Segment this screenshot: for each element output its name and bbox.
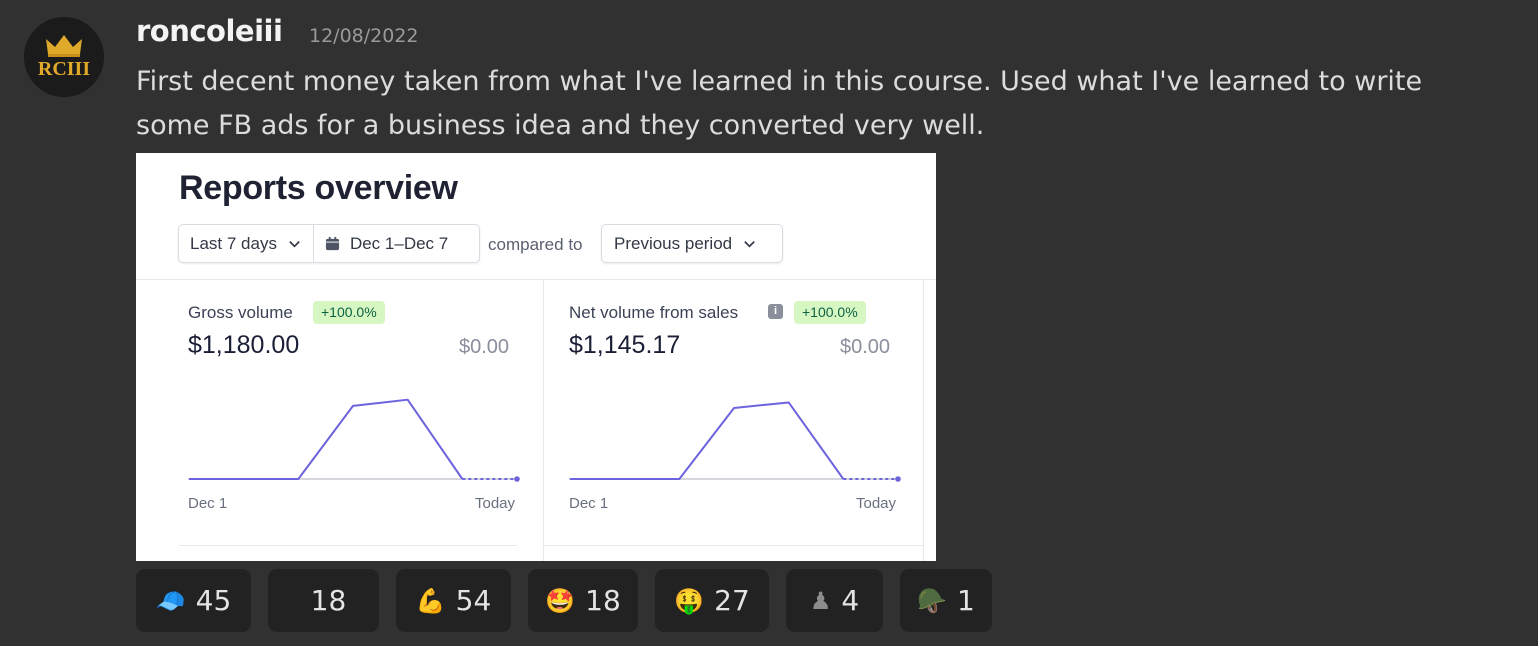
date-range-control[interactable]: Last 7 days Dec 1–Dec 7 bbox=[178, 224, 480, 263]
data-point bbox=[895, 476, 901, 482]
x-axis-start-label: Dec 1 bbox=[188, 495, 228, 512]
chess-pawn-icon: ♟ bbox=[809, 586, 832, 615]
comparison-label: Previous period bbox=[614, 233, 733, 253]
chevron-down-icon bbox=[744, 241, 755, 248]
reaction-count: 1 bbox=[957, 584, 975, 617]
card-label-net-volume: Net volume from sales bbox=[569, 303, 739, 322]
divider bbox=[179, 545, 517, 546]
chevron-down-icon bbox=[289, 241, 300, 248]
range-dropdown[interactable]: Last 7 days bbox=[179, 225, 313, 262]
series-line bbox=[189, 398, 464, 480]
divider bbox=[136, 279, 936, 280]
reaction-count: 54 bbox=[455, 584, 492, 617]
reaction-blank[interactable]: 18 bbox=[268, 569, 379, 632]
line-chart-net-volume[interactable] bbox=[569, 393, 901, 493]
flexed-biceps-icon: 💪 bbox=[415, 586, 446, 615]
reaction-count: 27 bbox=[714, 584, 750, 617]
reaction-muscle[interactable]: 💪 54 bbox=[396, 569, 511, 632]
reaction-count: 45 bbox=[195, 584, 232, 617]
card-previous-value: $0.00 bbox=[840, 336, 891, 358]
crown-logo: RCIII bbox=[24, 17, 104, 97]
reaction-count: 18 bbox=[310, 584, 347, 617]
reaction-count: 4 bbox=[841, 584, 860, 617]
divider bbox=[543, 279, 544, 561]
status-badge: +100.0% bbox=[794, 301, 866, 324]
calendar-icon bbox=[325, 236, 340, 251]
avatar[interactable]: RCIII bbox=[24, 17, 104, 97]
star-struck-icon: 🤩 bbox=[545, 586, 576, 615]
line-chart-gross-volume[interactable] bbox=[188, 393, 520, 493]
series-line bbox=[570, 401, 845, 480]
card-value-net-volume: $1,145.17 bbox=[569, 331, 681, 359]
x-axis-end-label: Today bbox=[856, 495, 897, 512]
x-axis-end-label: Today bbox=[475, 495, 516, 512]
info-icon[interactable]: i bbox=[768, 304, 783, 319]
card-previous-value: $0.00 bbox=[459, 336, 510, 358]
range-dropdown-label: Last 7 days bbox=[190, 233, 277, 253]
reaction-helmet[interactable]: 🪖 1 bbox=[900, 569, 992, 632]
message-text: First decent money taken from what I've … bbox=[136, 66, 1423, 141]
reaction-count: 18 bbox=[585, 584, 621, 617]
card-label-gross-volume: Gross volume bbox=[188, 303, 293, 322]
username[interactable]: roncoleiii bbox=[136, 14, 283, 48]
comparison-dropdown[interactable]: Previous period bbox=[601, 224, 783, 263]
cap-icon: 🧢 bbox=[155, 586, 186, 615]
reaction-chess-pawn[interactable]: ♟ 4 bbox=[786, 569, 883, 632]
timestamp: 12/08/2022 bbox=[309, 25, 419, 47]
data-point bbox=[514, 476, 520, 482]
compared-to-label: compared to bbox=[488, 235, 583, 254]
x-axis-start-label: Dec 1 bbox=[569, 495, 609, 512]
page-title: Reports overview bbox=[179, 169, 458, 207]
military-helmet-icon: 🪖 bbox=[917, 586, 948, 615]
status-badge: +100.0% bbox=[313, 301, 385, 324]
svg-text:RCIII: RCIII bbox=[38, 58, 90, 80]
money-mouth-face-icon: 🤑 bbox=[674, 586, 705, 615]
reaction-star-struck[interactable]: 🤩 18 bbox=[528, 569, 638, 632]
reaction-cap[interactable]: 🧢 45 bbox=[136, 569, 251, 632]
date-picker[interactable]: Dec 1–Dec 7 bbox=[312, 225, 459, 262]
attached-screenshot[interactable]: Reports overview Last 7 days Dec 1–Dec 7… bbox=[136, 153, 936, 561]
divider bbox=[923, 279, 924, 561]
date-range-label: Dec 1–Dec 7 bbox=[349, 233, 449, 253]
divider bbox=[544, 545, 923, 546]
card-value-gross-volume: $1,180.00 bbox=[188, 331, 300, 359]
reaction-money-mouth[interactable]: 🤑 27 bbox=[655, 569, 769, 632]
